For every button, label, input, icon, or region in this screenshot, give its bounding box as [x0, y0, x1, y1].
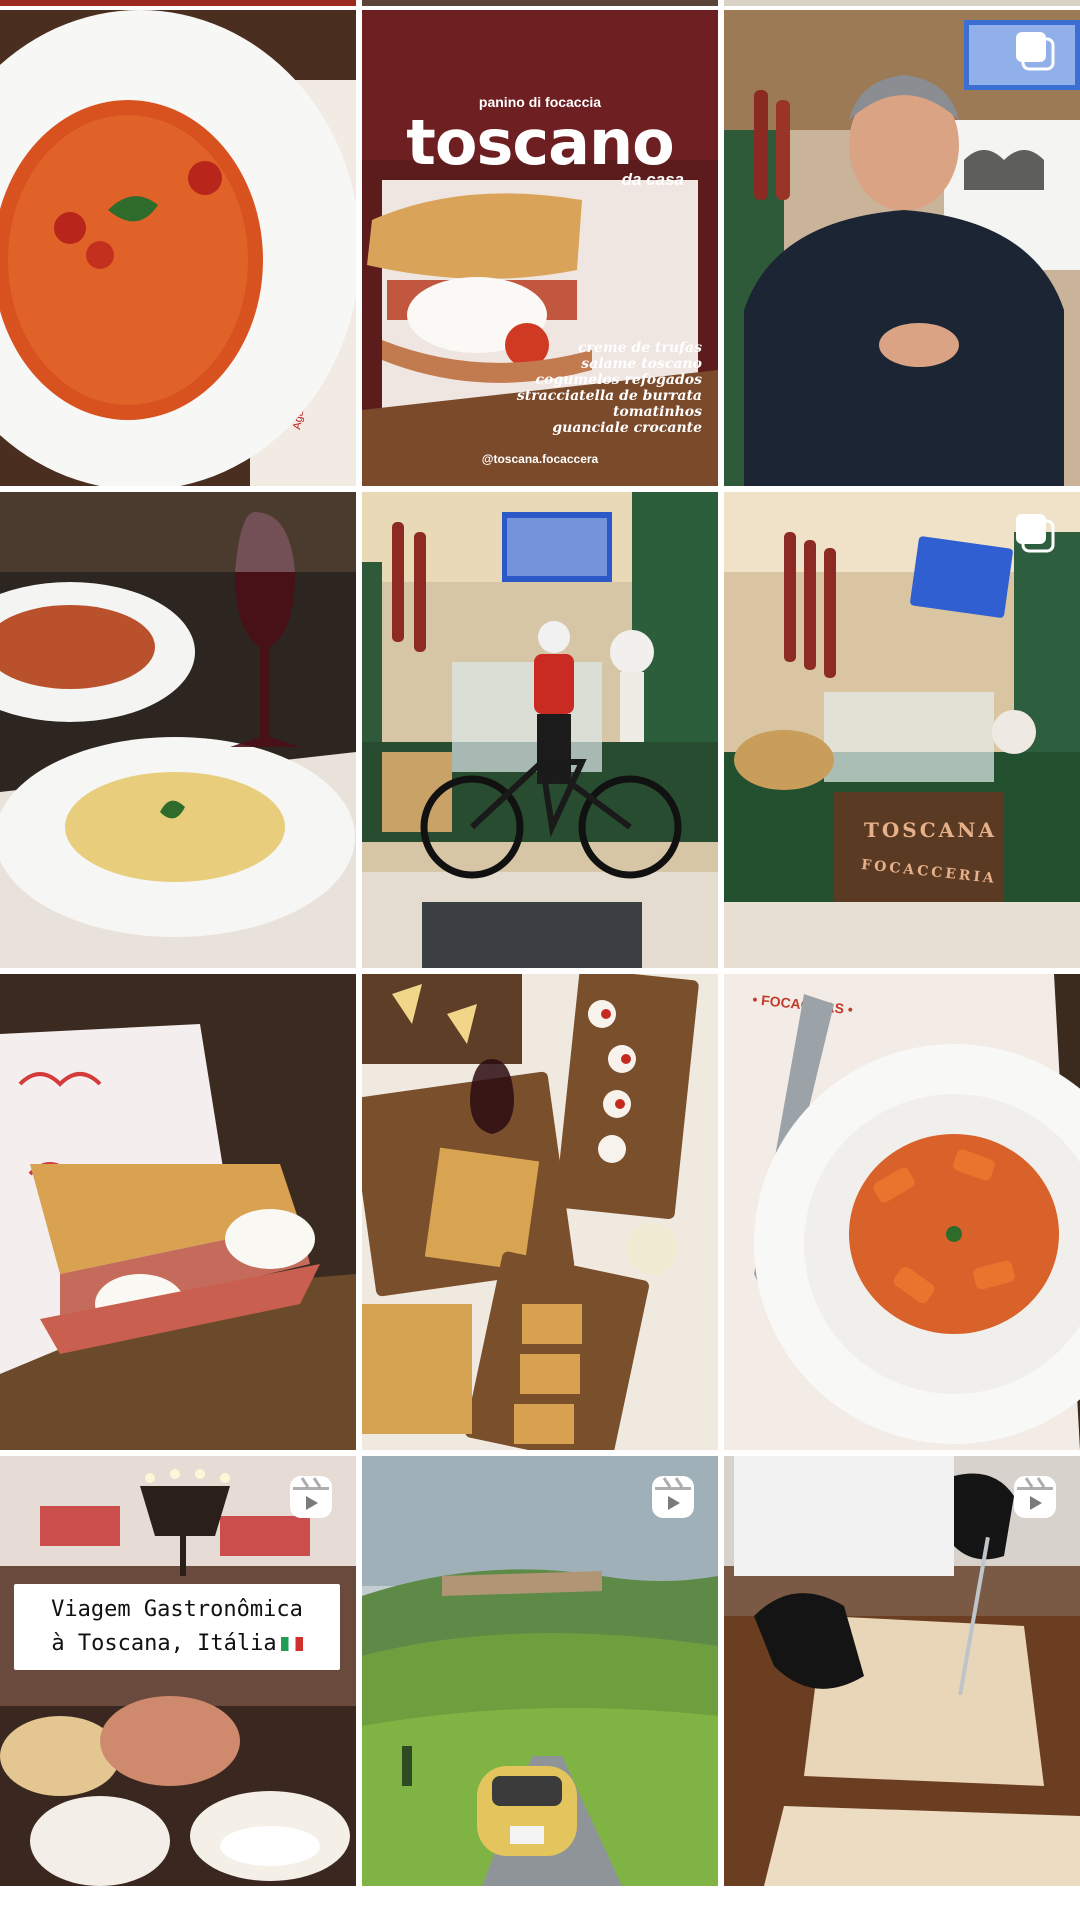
- counter-image: [724, 492, 1080, 968]
- toscano-ingredients: creme de trufas salame toscano cogumelos…: [517, 340, 702, 436]
- ingredient-2: salame toscano: [581, 356, 702, 372]
- post-tile-pasta-wine[interactable]: [0, 492, 356, 968]
- cyclist-image: [362, 492, 718, 968]
- reel-tile-tuscany[interactable]: [362, 1456, 718, 1886]
- post-tile-focaccia-sandwich[interactable]: [0, 974, 356, 1450]
- counter-sign-top: TOSCANA: [864, 818, 997, 842]
- reel-icon: [1012, 1474, 1058, 1520]
- toscano-title: toscano: [406, 106, 674, 179]
- post-tile-rigatoni[interactable]: • FOCACCIAS •: [724, 974, 1080, 1450]
- reel-tile-cutting[interactable]: [724, 1456, 1080, 1886]
- previous-row-strip: [0, 0, 1080, 6]
- carousel-icon: [1012, 28, 1058, 74]
- post-tile-counter[interactable]: TOSCANA FOCACCERIA: [724, 492, 1080, 968]
- italy-flag-icon: [280, 1637, 303, 1651]
- reel-tile-viagem[interactable]: Viagem Gastronômica à Toscana, Itália: [0, 1456, 356, 1886]
- risotto-image: Agua 330 ml: [0, 10, 356, 486]
- viagem-caption: Viagem Gastronômica à Toscana, Itália: [14, 1584, 340, 1670]
- post-tile-owner[interactable]: [724, 10, 1080, 486]
- tuscany-image: [362, 1456, 718, 1886]
- post-tile-tasting-board[interactable]: [362, 974, 718, 1450]
- toscano-handle: @toscana.focaccera: [481, 452, 599, 466]
- pasta-wine-image: [0, 492, 356, 968]
- ingredient-5: tomatinhos: [612, 404, 702, 420]
- tasting-board-image: [362, 974, 718, 1450]
- post-tile-risotto[interactable]: Agua 330 ml: [0, 10, 356, 486]
- ingredient-3: cogumelos refogados: [535, 372, 702, 388]
- viagem-caption-line1: Viagem Gastronômica: [51, 1597, 303, 1622]
- ingredient-4: stracciatella de burrata: [516, 388, 702, 404]
- reel-icon: [288, 1474, 334, 1520]
- focaccia-sandwich-image: [0, 974, 356, 1450]
- cutting-image: [724, 1456, 1080, 1886]
- viagem-image: [0, 1456, 356, 1886]
- viagem-caption-line2-wrap: à Toscana, Itália: [14, 1627, 340, 1661]
- ingredient-6: guanciale crocante: [552, 420, 702, 436]
- carousel-icon: [1012, 510, 1058, 556]
- toscano-subtitle: da casa: [621, 170, 684, 189]
- ingredient-1: creme de trufas: [578, 340, 702, 356]
- post-tile-toscano[interactable]: panino di focaccia toscano da casa creme…: [362, 10, 718, 486]
- reel-icon: [650, 1474, 696, 1520]
- post-tile-cyclist[interactable]: [362, 492, 718, 968]
- owner-image: [724, 10, 1080, 486]
- viagem-caption-line2: à Toscana, Itália: [51, 1631, 277, 1656]
- rigatoni-image: • FOCACCIAS •: [724, 974, 1080, 1450]
